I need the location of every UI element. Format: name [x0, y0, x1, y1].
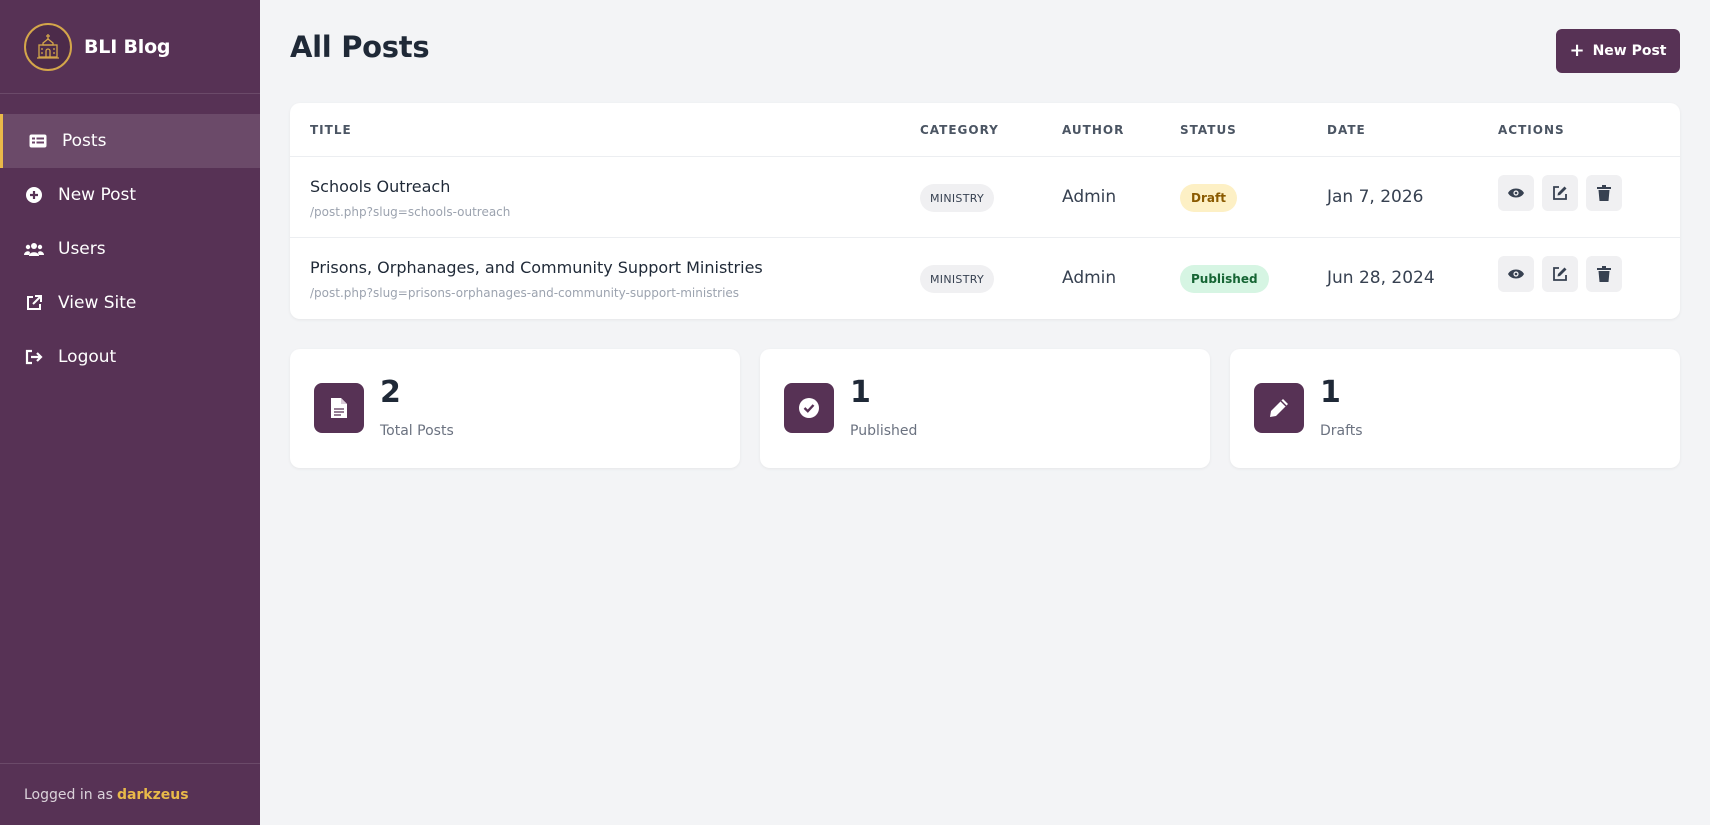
- plus-circle-icon: [24, 185, 44, 205]
- sidebar-item-label: Posts: [62, 131, 107, 151]
- table-row: Prisons, Orphanages, and Community Suppo…: [290, 238, 1680, 319]
- users-icon: [24, 239, 44, 259]
- post-date: Jan 7, 2026: [1327, 187, 1424, 207]
- post-title[interactable]: Prisons, Orphanages, and Community Suppo…: [310, 258, 763, 277]
- sidebar-item-label: Users: [58, 239, 106, 259]
- post-slug: /post.php?slug=schools-outreach: [310, 205, 511, 219]
- view-button[interactable]: [1498, 256, 1534, 292]
- post-author: Admin: [1062, 268, 1117, 288]
- delete-button[interactable]: [1586, 256, 1622, 292]
- eye-icon: [1508, 188, 1524, 198]
- category-badge: MINISTRY: [920, 184, 994, 212]
- stat-label: Published: [850, 423, 918, 439]
- brand[interactable]: BLI Blog: [0, 0, 260, 94]
- posts-table: TITLE CATEGORY AUTHOR STATUS DATE ACTION…: [290, 103, 1680, 319]
- sidebar-item-label: Logout: [58, 347, 117, 367]
- column-header-author[interactable]: AUTHOR: [1062, 123, 1124, 137]
- sidebar-item-label: View Site: [58, 293, 137, 313]
- status-badge: Published: [1180, 265, 1269, 293]
- trash-icon: [1597, 185, 1611, 201]
- post-author: Admin: [1062, 187, 1117, 207]
- stat-value: 1: [1320, 375, 1341, 410]
- eye-icon: [1508, 269, 1524, 279]
- stat-card-published: 1 Published: [760, 349, 1210, 468]
- sidebar-item-logout[interactable]: Logout: [0, 330, 260, 384]
- edit-button[interactable]: [1542, 175, 1578, 211]
- pencil-icon: [1254, 383, 1304, 433]
- column-header-date[interactable]: DATE: [1327, 123, 1366, 137]
- brand-name: BLI Blog: [84, 35, 171, 58]
- external-link-icon: [24, 293, 44, 313]
- plus-icon: +: [1569, 40, 1585, 61]
- status-badge: Draft: [1180, 184, 1237, 212]
- sidebar-item-view-site[interactable]: View Site: [0, 276, 260, 330]
- stat-value: 2: [380, 375, 401, 410]
- post-slug: /post.php?slug=prisons-orphanages-and-co…: [310, 286, 740, 300]
- sidebar-item-users[interactable]: Users: [0, 222, 260, 276]
- stat-label: Drafts: [1320, 423, 1363, 439]
- file-icon: [314, 383, 364, 433]
- column-header-category[interactable]: CATEGORY: [920, 123, 999, 137]
- stat-card-drafts: 1 Drafts: [1230, 349, 1680, 468]
- column-header-actions: ACTIONS: [1498, 123, 1565, 137]
- logo: [24, 22, 72, 71]
- username: darkzeus: [116, 786, 189, 803]
- sidebar-item-label: New Post: [58, 185, 137, 205]
- stat-value: 1: [850, 375, 871, 410]
- sidebar-item-posts[interactable]: Posts: [0, 114, 260, 168]
- page-title: All Posts: [290, 30, 430, 64]
- sidebar-footer: Logged in as darkzeus: [0, 763, 260, 825]
- edit-button[interactable]: [1542, 256, 1578, 292]
- check-circle-icon: [784, 383, 834, 433]
- column-header-title[interactable]: TITLE: [310, 123, 352, 137]
- column-header-status[interactable]: STATUS: [1180, 123, 1237, 137]
- category-badge: MINISTRY: [920, 265, 994, 293]
- delete-button[interactable]: [1586, 175, 1622, 211]
- stat-label: Total Posts: [380, 423, 454, 439]
- new-post-button-label: New Post: [1592, 43, 1667, 59]
- post-title[interactable]: Schools Outreach: [310, 177, 450, 196]
- view-button[interactable]: [1498, 175, 1534, 211]
- table-header: TITLE CATEGORY AUTHOR STATUS DATE ACTION…: [290, 103, 1680, 157]
- logged-in-label: Logged in as: [24, 786, 113, 803]
- table-row: Schools Outreach /post.php?slug=schools-…: [290, 157, 1680, 238]
- church-logo-icon: [37, 33, 59, 59]
- stat-card-total-posts: 2 Total Posts: [290, 349, 740, 468]
- edit-icon: [1553, 186, 1567, 200]
- sidebar-item-new-post[interactable]: New Post: [0, 168, 260, 222]
- sidebar-nav: Posts New Post Users View Site Logout: [0, 114, 260, 384]
- logout-icon: [24, 347, 44, 367]
- list-icon: [28, 131, 48, 151]
- post-date: Jun 28, 2024: [1327, 268, 1435, 288]
- new-post-button[interactable]: + New Post: [1556, 29, 1680, 73]
- trash-icon: [1597, 266, 1611, 282]
- edit-icon: [1553, 267, 1567, 281]
- sidebar: BLI Blog Posts New Post Users View Site: [0, 0, 260, 825]
